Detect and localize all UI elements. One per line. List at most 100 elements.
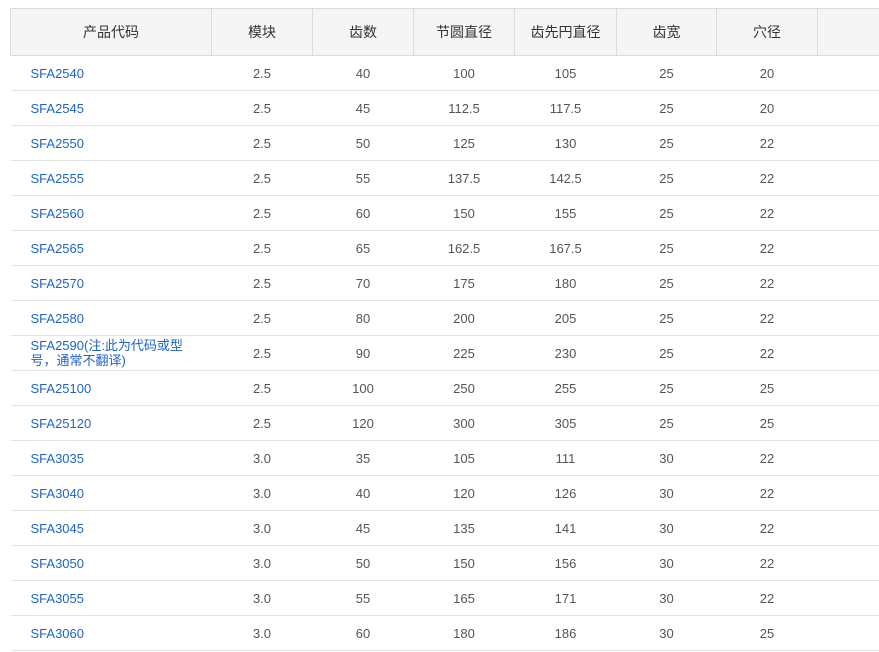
product-code-text: SFA3050 (30, 555, 85, 571)
cell-filler (817, 580, 879, 616)
product-code-link[interactable]: SFA25100 (10, 370, 212, 406)
cell-bore-diameter: 20 (716, 90, 818, 126)
cell-module: 3.0 (211, 475, 313, 511)
product-code-link[interactable]: SFA3035 (10, 440, 212, 476)
product-code-link[interactable]: SFA2550 (10, 125, 212, 161)
cell-face-width: 25 (616, 125, 717, 161)
product-code-link[interactable]: SFA2545 (10, 90, 212, 126)
table-row: SFA2565 2.5 65 162.5 167.5 25 22 (10, 230, 879, 266)
product-code-link[interactable]: SFA3040 (10, 475, 212, 511)
gear-spec-table-container: 产品代码 模块 齿数 节圆直径 齿先円直径 齿宽 穴径 SFA2540 2.5 40… (10, 8, 879, 651)
header-filler (817, 8, 879, 56)
header-pitch-diameter: 节圆直径 (413, 8, 515, 56)
cell-filler (817, 475, 879, 511)
cell-teeth-count: 100 (312, 370, 414, 406)
cell-teeth-count: 65 (312, 230, 414, 266)
cell-pitch-diameter: 165 (413, 580, 515, 616)
cell-bore-diameter: 22 (716, 265, 818, 301)
header-product-code: 产品代码 (10, 8, 212, 56)
cell-pitch-diameter: 250 (413, 370, 515, 406)
cell-face-width: 30 (616, 510, 717, 546)
product-code-link[interactable]: SFA2580 (10, 300, 212, 336)
product-code-link[interactable]: SFA2555 (10, 160, 212, 196)
cell-module: 2.5 (211, 55, 313, 91)
cell-pitch-diameter: 125 (413, 125, 515, 161)
cell-module: 2.5 (211, 125, 313, 161)
cell-tip-diameter: 180 (514, 265, 617, 301)
header-teeth-count: 齿数 (312, 8, 414, 56)
product-code-text: SFA2565 (30, 240, 85, 256)
cell-module: 3.0 (211, 580, 313, 616)
cell-module: 2.5 (211, 160, 313, 196)
cell-pitch-diameter: 100 (413, 55, 515, 91)
cell-filler (817, 615, 879, 651)
table-row: SFA3060 3.0 60 180 186 30 25 (10, 615, 879, 651)
table-row: SFA2590(注:此为代码或型号，通常不翻译) 2.5 90 225 230 25 22 (10, 335, 879, 371)
cell-module: 2.5 (211, 300, 313, 336)
table-row: SFA3035 3.0 35 105 111 30 22 (10, 440, 879, 476)
product-code-text: SFA2545 (30, 100, 85, 116)
cell-filler (817, 230, 879, 266)
cell-tip-diameter: 130 (514, 125, 617, 161)
product-code-link[interactable]: SFA25120 (10, 405, 212, 441)
cell-bore-diameter: 22 (716, 125, 818, 161)
cell-filler (817, 125, 879, 161)
cell-face-width: 25 (616, 160, 717, 196)
table-row: SFA3050 3.0 50 150 156 30 22 (10, 545, 879, 581)
cell-teeth-count: 45 (312, 90, 414, 126)
product-code-link[interactable]: SFA3045 (10, 510, 212, 546)
product-code-text: SFA25100 (30, 380, 92, 396)
cell-face-width: 25 (616, 195, 717, 231)
product-code-link[interactable]: SFA3060 (10, 615, 212, 651)
cell-pitch-diameter: 175 (413, 265, 515, 301)
cell-face-width: 25 (616, 335, 717, 371)
product-code-link[interactable]: SFA3055 (10, 580, 212, 616)
cell-module: 3.0 (211, 440, 313, 476)
header-bore-diameter: 穴径 (716, 8, 818, 56)
product-code-link[interactable]: SFA3050 (10, 545, 212, 581)
cell-filler (817, 265, 879, 301)
cell-face-width: 25 (616, 405, 717, 441)
cell-pitch-diameter: 300 (413, 405, 515, 441)
cell-tip-diameter: 171 (514, 580, 617, 616)
cell-face-width: 25 (616, 300, 717, 336)
header-face-width: 齿宽 (616, 8, 717, 56)
cell-filler (817, 510, 879, 546)
product-code-link[interactable]: SFA2540 (10, 55, 212, 91)
cell-pitch-diameter: 137.5 (413, 160, 515, 196)
cell-tip-diameter: 255 (514, 370, 617, 406)
product-code-link[interactable]: SFA2560 (10, 195, 212, 231)
cell-bore-diameter: 20 (716, 55, 818, 91)
product-code-link[interactable]: SFA2570 (10, 265, 212, 301)
cell-module: 2.5 (211, 405, 313, 441)
cell-filler (817, 370, 879, 406)
product-code-link[interactable]: SFA2565 (10, 230, 212, 266)
cell-face-width: 30 (616, 440, 717, 476)
cell-pitch-diameter: 225 (413, 335, 515, 371)
cell-teeth-count: 40 (312, 55, 414, 91)
cell-pitch-diameter: 105 (413, 440, 515, 476)
cell-filler (817, 90, 879, 126)
cell-filler (817, 405, 879, 441)
table-header: 产品代码 模块 齿数 节圆直径 齿先円直径 齿宽 穴径 (10, 8, 879, 56)
table-row: SFA3040 3.0 40 120 126 30 22 (10, 475, 879, 511)
cell-bore-diameter: 22 (716, 195, 818, 231)
cell-bore-diameter: 22 (716, 510, 818, 546)
cell-bore-diameter: 25 (716, 405, 818, 441)
table-row: SFA2540 2.5 40 100 105 25 20 (10, 55, 879, 91)
header-tip-diameter: 齿先円直径 (514, 8, 617, 56)
cell-bore-diameter: 22 (716, 160, 818, 196)
cell-module: 2.5 (211, 335, 313, 371)
header-row: 产品代码 模块 齿数 节圆直径 齿先円直径 齿宽 穴径 (10, 8, 879, 56)
cell-face-width: 30 (616, 545, 717, 581)
cell-tip-diameter: 230 (514, 335, 617, 371)
product-code-link[interactable]: SFA2590(注:此为代码或型号，通常不翻译) (10, 335, 212, 371)
product-code-text: SFA3040 (30, 485, 85, 501)
cell-teeth-count: 60 (312, 615, 414, 651)
cell-tip-diameter: 156 (514, 545, 617, 581)
table-row: SFA2570 2.5 70 175 180 25 22 (10, 265, 879, 301)
product-code-text: SFA2555 (30, 170, 85, 186)
cell-teeth-count: 50 (312, 545, 414, 581)
table-row: SFA2555 2.5 55 137.5 142.5 25 22 (10, 160, 879, 196)
cell-face-width: 30 (616, 580, 717, 616)
